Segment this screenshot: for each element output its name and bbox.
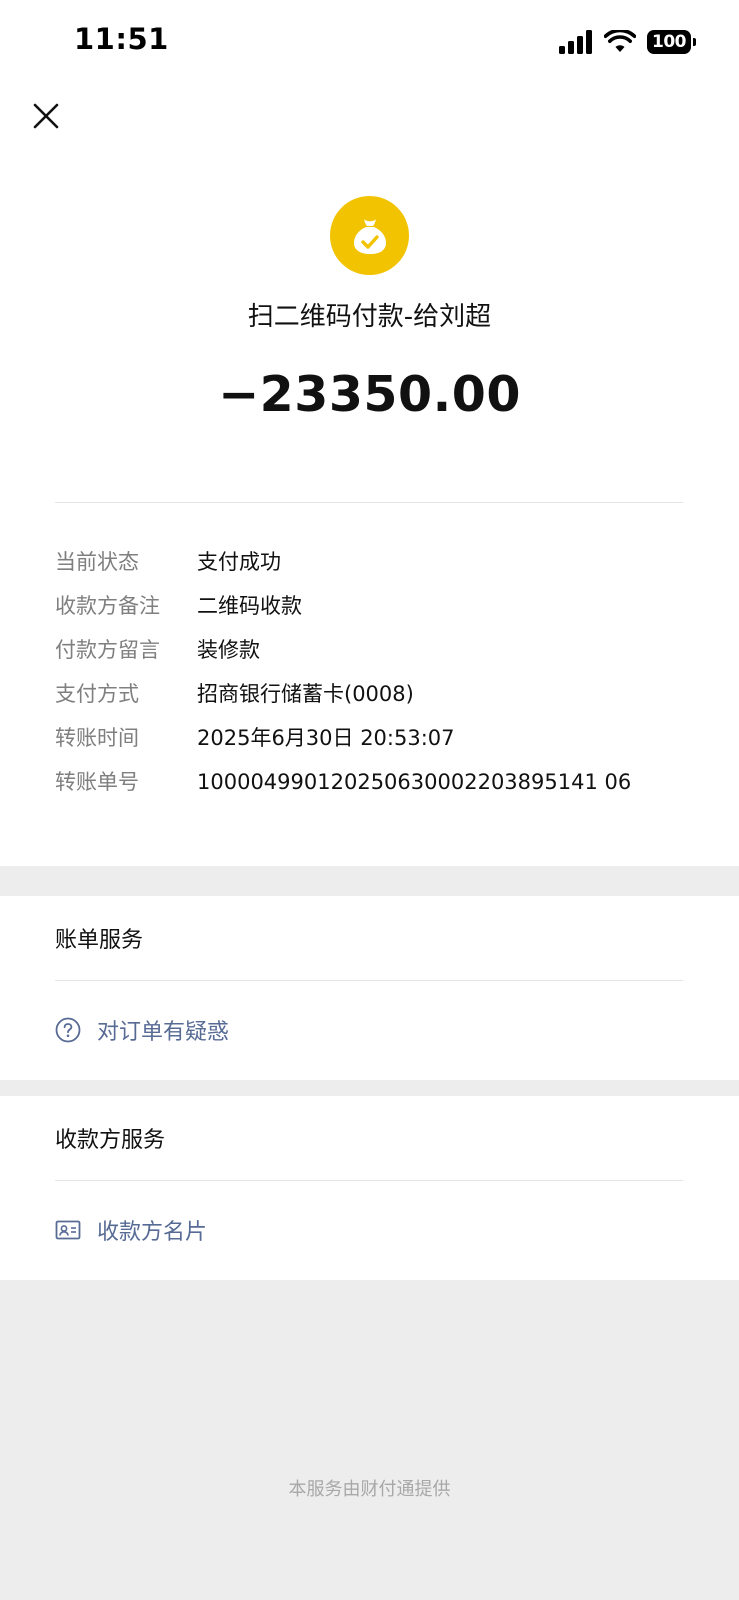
detail-value: 二维码收款 [197, 594, 302, 618]
money-bag-check-icon [353, 218, 386, 254]
detail-value: 招商银行储蓄卡(0008) [197, 682, 414, 706]
status-icons: 100 [559, 28, 696, 56]
wifi-icon [604, 30, 636, 52]
section-title: 收款方服务 [55, 1128, 166, 1153]
detail-value[interactable]: 100004990120250630002203895141 06 [197, 767, 631, 797]
status-time: 11:51 [74, 22, 169, 56]
battery-icon: 100 [647, 30, 696, 54]
question-circle-icon [55, 1017, 81, 1043]
payee-avatar [330, 196, 409, 275]
close-button[interactable] [30, 100, 62, 132]
signal-icon [559, 30, 592, 54]
close-icon [33, 103, 59, 129]
section-title: 账单服务 [55, 928, 144, 953]
payment-detail-page: 11:51 100 扫二维码付款-给刘超 −23350.00 当前状态 支付成功… [0, 0, 739, 1600]
payee-service-section: 收款方服务 收款方名片 [0, 1096, 739, 1280]
summary-divider [55, 502, 683, 503]
detail-label: 收款方备注 [55, 594, 160, 618]
detail-label: 支付方式 [55, 682, 139, 706]
section-divider [55, 1180, 683, 1181]
detail-label: 转账时间 [55, 726, 139, 750]
payee-card-label: 收款方名片 [97, 1220, 208, 1245]
detail-label: 当前状态 [55, 550, 139, 574]
service-provider-footer: 本服务由财付通提供 [288, 1479, 451, 1500]
detail-value: 装修款 [197, 638, 260, 662]
detail-label: 付款方留言 [55, 638, 160, 662]
transaction-title: 扫二维码付款-给刘超 [247, 302, 492, 332]
transaction-amount: −23350.00 [218, 366, 521, 423]
order-question-label: 对订单有疑惑 [97, 1020, 230, 1045]
detail-value: 2025年6月30日 20:53:07 [197, 726, 455, 750]
section-divider [55, 980, 683, 981]
payee-card-link[interactable]: 收款方名片 [55, 1214, 207, 1246]
bill-service-section: 账单服务 对订单有疑惑 [0, 896, 739, 1080]
detail-value: 支付成功 [197, 550, 281, 574]
contact-card-icon [55, 1220, 81, 1240]
detail-label: 转账单号 [55, 770, 139, 794]
status-bar: 11:51 100 [0, 0, 739, 84]
order-question-link[interactable]: 对订单有疑惑 [55, 1014, 229, 1046]
